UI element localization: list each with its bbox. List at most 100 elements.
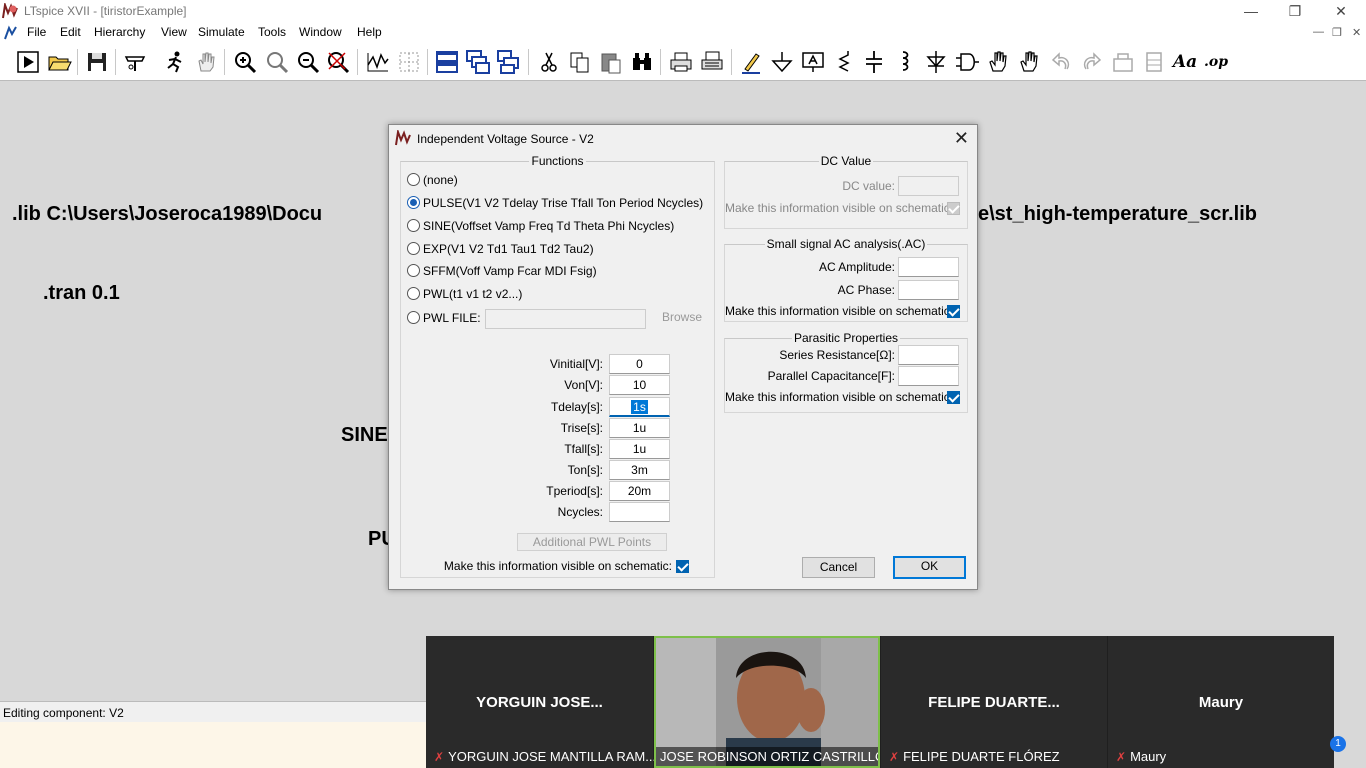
ac-visible-checkbox[interactable] [947,305,960,318]
diode-icon[interactable] [923,49,949,75]
zoom-in-icon[interactable] [232,49,258,75]
vinitial-input[interactable]: 0 [609,354,670,374]
tperiod-label: Tperiod[s]: [546,484,603,498]
menu-file[interactable]: File [27,25,46,39]
menu-help[interactable]: Help [357,25,382,39]
undo-icon[interactable] [1048,49,1074,75]
zoom-fit-icon[interactable] [264,49,290,75]
menu-edit[interactable]: Edit [60,25,81,39]
participant-tile-4[interactable]: Maury ✗ Maury [1108,636,1334,768]
component-icon[interactable] [954,49,980,75]
parasitic-visible-checkbox[interactable] [947,391,960,404]
menu-view[interactable]: View [161,25,187,39]
sine-label-fragment[interactable]: SINE [341,424,388,447]
inductor-icon[interactable] [892,49,918,75]
zoom-out-icon[interactable] [295,49,321,75]
drag-icon[interactable] [1016,49,1042,75]
run-icon[interactable] [15,49,41,75]
close-button[interactable]: ✕ [1318,0,1364,22]
mic-muted-icon: ✗ [1116,750,1127,764]
mdi-restore-button[interactable]: ❐ [1332,26,1342,39]
redo-icon[interactable] [1079,49,1105,75]
dc-value-label: DC value: [842,179,895,193]
parallel-capacitance-input[interactable] [898,366,959,386]
radio-pulse[interactable]: PULSE(V1 V2 Tdelay Trise Tfall Ton Perio… [407,196,703,212]
dialog-close-button[interactable]: ✕ [954,128,969,149]
tfall-input[interactable]: 1u [609,439,670,459]
ncycles-input[interactable] [609,502,670,522]
minimize-button[interactable]: — [1228,0,1274,22]
capacitor-icon[interactable] [861,49,887,75]
mdi-close-button[interactable]: ✕ [1352,26,1361,39]
find-icon[interactable] [629,49,655,75]
mirror-icon[interactable] [1141,49,1167,75]
document-icon[interactable] [3,25,19,41]
parasitic-visible-label: Make this information visible on schemat… [725,390,954,404]
ac-amplitude-input[interactable] [898,257,959,277]
menu-hierarchy[interactable]: Hierarchy [94,25,145,39]
trise-input[interactable]: 1u [609,418,670,438]
pwl-file-input[interactable] [485,309,646,329]
dc-value-input[interactable] [898,176,959,196]
menu-window[interactable]: Window [299,25,342,39]
tperiod-input[interactable]: 20m [609,481,670,501]
print-icon[interactable] [668,49,694,75]
tile-vertical-icon[interactable] [496,49,522,75]
von-input[interactable]: 10 [609,375,670,395]
tile-horizontal-icon[interactable] [434,49,460,75]
ton-input[interactable]: 3m [609,460,670,480]
open-icon[interactable] [46,49,72,75]
waveform-icon[interactable] [365,49,391,75]
series-resistance-input[interactable] [898,345,959,365]
radio-sffm[interactable]: SFFM(Voff Vamp Fcar MDI Fsig) [407,264,597,280]
print-setup-icon[interactable] [699,49,725,75]
label-net-icon[interactable] [800,49,826,75]
lib-directive-left[interactable]: .lib C:\Users\Joseroca1989\Docu [12,203,322,226]
grid-icon[interactable] [396,49,422,75]
mic-muted-icon: ✗ [434,750,445,764]
menu-tools[interactable]: Tools [258,25,286,39]
ac-phase-input[interactable] [898,280,959,300]
dc-visible-checkbox[interactable] [947,202,960,215]
functions-visible-checkbox[interactable] [676,560,689,573]
radio-exp[interactable]: EXP(V1 V2 Td1 Tau1 Td2 Tau2) [407,242,594,258]
menu-simulate[interactable]: Simulate [198,25,245,39]
spice-directive-icon[interactable]: .op [1203,49,1229,75]
tdelay-input[interactable]: 1s [609,397,670,417]
draw-wire-icon[interactable] [738,49,764,75]
pan-hand-icon[interactable] [193,49,219,75]
participant-tile-1[interactable]: YORGUIN JOSE... ✗ YORGUIN JOSE MANTILLA R… [426,636,656,768]
lib-directive-right[interactable]: e\st_high-temperature_scr.lib [978,203,1257,226]
parasitic-group-title: Parasitic Properties [791,331,901,345]
control-panel-icon[interactable] [122,49,148,75]
radio-pwl-file[interactable]: PWL FILE: [407,311,481,327]
cut-icon[interactable] [536,49,562,75]
radio-sine[interactable]: SINE(Voffset Vamp Freq Td Theta Phi Ncyc… [407,219,674,235]
paste-icon[interactable] [598,49,624,75]
radio-pwl[interactable]: PWL(t1 v1 t2 v2...) [407,287,522,303]
copy-icon[interactable] [567,49,593,75]
browse-button[interactable]: Browse [655,308,709,329]
participant-tile-3[interactable]: FELIPE DUARTE... ✗ FELIPE DUARTE FLÓREZ [881,636,1107,768]
vinitial-label: Vinitial[V]: [549,357,603,371]
halt-icon[interactable] [162,49,188,75]
cascade-icon[interactable] [465,49,491,75]
text-icon[interactable]: Aa [1172,49,1198,75]
zoom-cancel-icon[interactable] [325,49,351,75]
save-icon[interactable] [84,49,110,75]
mdi-minimize-button[interactable]: — [1313,26,1324,38]
ok-button[interactable]: OK [893,556,966,579]
cancel-button[interactable]: Cancel [802,557,875,578]
resistor-icon[interactable] [831,49,857,75]
radio-none[interactable]: (none) [407,173,458,189]
rotate-icon[interactable] [1110,49,1136,75]
move-icon[interactable] [985,49,1011,75]
participant-tile-2[interactable]: JOSE ROBINSON ORTIZ CASTRILLON [654,636,880,768]
ground-icon[interactable] [769,49,795,75]
additional-pwl-button[interactable]: Additional PWL Points [517,533,667,551]
video-call-panel: YORGUIN JOSE... ✗ YORGUIN JOSE MANTILLA R… [426,636,1334,768]
notification-badge[interactable]: 1 [1330,736,1346,752]
maximize-button[interactable]: ❐ [1272,0,1318,22]
ac-amplitude-label: AC Amplitude: [818,260,895,274]
tran-directive[interactable]: .tran 0.1 [43,282,120,305]
